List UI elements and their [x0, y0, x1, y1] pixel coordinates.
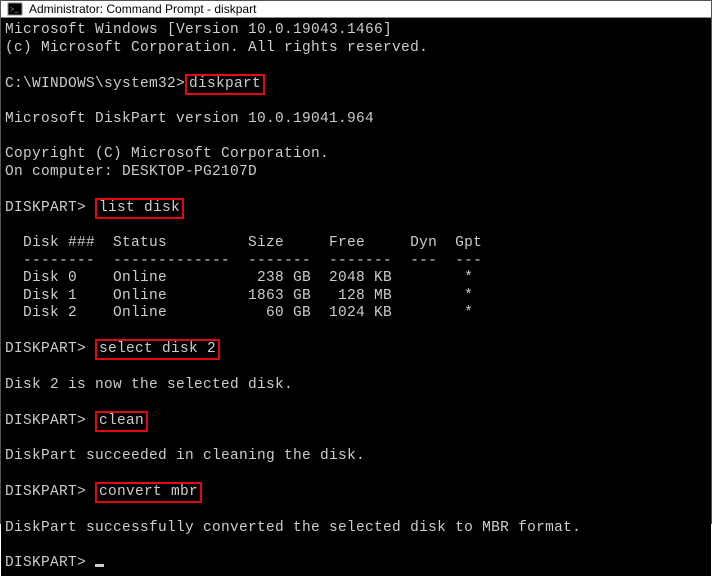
line-copyright: (c) Microsoft Corporation. All rights re… [5, 40, 428, 56]
prompt-diskpart: DISKPART> [5, 341, 86, 357]
result-clean: DiskPart succeeded in cleaning the disk. [5, 448, 365, 464]
window-title: Administrator: Command Prompt - diskpart [29, 2, 256, 16]
table-row: Disk 1 Online 1863 GB 128 MB * [5, 288, 473, 304]
cmd-icon: >_ [7, 1, 23, 17]
line-dpver: Microsoft DiskPart version 10.0.19041.96… [5, 111, 374, 127]
result-select: Disk 2 is now the selected disk. [5, 377, 293, 393]
cmd-select-disk: select disk 2 [95, 339, 220, 360]
prompt-diskpart: DISKPART> [5, 413, 86, 429]
disk-table-header: Disk ### Status Size Free Dyn Gpt [5, 235, 482, 251]
cmd-clean: clean [95, 411, 148, 432]
cmd-diskpart: diskpart [185, 74, 265, 95]
prompt-diskpart: DISKPART> [5, 555, 86, 571]
terminal-output[interactable]: Microsoft Windows [Version 10.0.19043.14… [1, 18, 711, 576]
cmd-convert-mbr: convert mbr [95, 482, 202, 503]
result-convert: DiskPart successfully converted the sele… [5, 520, 581, 536]
line-winver: Microsoft Windows [Version 10.0.19043.14… [5, 22, 392, 38]
cmd-list-disk: list disk [95, 198, 184, 219]
disk-table-separator: -------- ------------- ------- ------- -… [5, 253, 482, 269]
table-row: Disk 0 Online 238 GB 2048 KB * [5, 270, 473, 286]
line-dpcopy: Copyright (C) Microsoft Corporation. [5, 146, 329, 162]
line-oncomputer: On computer: DESKTOP-PG2107D [5, 164, 257, 180]
titlebar[interactable]: >_ Administrator: Command Prompt - diskp… [1, 1, 711, 18]
prompt-diskpart: DISKPART> [5, 200, 86, 216]
command-prompt-window: >_ Administrator: Command Prompt - diskp… [0, 0, 712, 524]
prompt-diskpart: DISKPART> [5, 484, 86, 500]
svg-text:>_: >_ [10, 5, 20, 14]
prompt-system32: C:\WINDOWS\system32> [5, 76, 185, 92]
cursor [95, 564, 104, 567]
table-row: Disk 2 Online 60 GB 1024 KB * [5, 305, 473, 321]
